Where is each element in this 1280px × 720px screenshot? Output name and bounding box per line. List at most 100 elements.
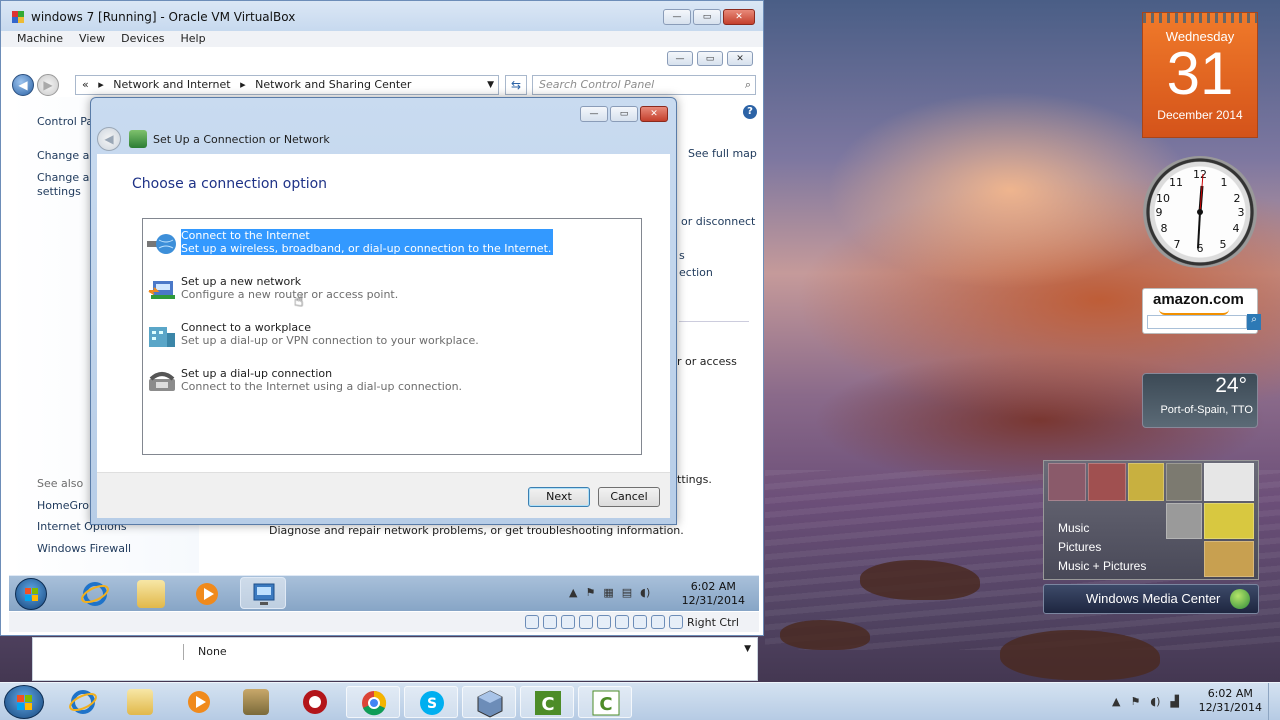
app-red-icon[interactable] [288,686,342,718]
app-icon[interactable] [230,686,284,718]
search-icon[interactable]: ⌕ [1247,314,1261,330]
chevron-down-icon[interactable]: ▼ [744,644,751,654]
maximize-button[interactable]: ▭ [693,9,721,25]
shared-folder-icon[interactable] [578,615,593,629]
media-player-icon[interactable] [193,580,221,608]
device-icon[interactable]: ▦ [603,586,613,599]
internet-explorer-icon[interactable] [81,580,109,608]
forward-button[interactable]: ▶ [37,74,59,96]
connect-disconnect-link[interactable]: or disconnect [681,215,755,228]
media-center-launch-button[interactable]: Windows Media Center [1043,584,1259,614]
show-desktop-button[interactable] [1268,683,1280,720]
host-clock[interactable]: 6:02 AM 12/31/2014 [1199,687,1262,715]
option-dialup[interactable]: Set up a dial-up connection Connect to t… [147,367,627,399]
breadcrumb-root[interactable]: « [82,78,89,91]
arrow-down-icon[interactable] [668,615,683,629]
file-explorer-icon[interactable] [137,580,165,608]
media-menu-pictures[interactable]: Pictures [1058,538,1146,557]
minimize-button[interactable]: — [663,9,691,25]
virtualbox-icon[interactable] [462,686,516,718]
optical-drive-icon[interactable] [542,615,557,629]
volume-icon[interactable]: ◖) [640,586,650,599]
media-tile [1166,503,1202,539]
breadcrumb-network-internet[interactable]: Network and Internet [113,78,230,91]
next-button[interactable]: Next [528,487,590,507]
option-workplace[interactable]: Connect to a workplace Set up a dial-up … [147,321,627,353]
chevron-down-icon[interactable]: ▼ [487,76,494,94]
folder-icon[interactable] [596,615,611,629]
weather-gadget[interactable]: 24° Port-of-Spain, TTO [1142,373,1258,428]
media-menu-music-pictures[interactable]: Music + Pictures [1058,557,1146,576]
windows-firewall-link[interactable]: Windows Firewall [37,542,131,555]
minimize-button[interactable]: — [667,51,693,66]
close-button[interactable]: ✕ [640,106,668,122]
change-advanced-link-line2[interactable]: settings [37,185,81,198]
start-button[interactable] [15,578,47,610]
option-connect-internet[interactable]: Connect to the Internet Set up a wireles… [147,229,627,261]
help-icon[interactable]: ? [743,105,757,119]
internet-explorer-icon[interactable] [56,686,110,718]
control-panel-home-link[interactable]: Control Pa [37,115,93,128]
dropdown-value[interactable]: None [183,644,227,660]
svg-text:C: C [599,694,612,715]
change-adapter-link[interactable]: Change ad [37,149,96,162]
media-player-icon[interactable] [172,686,226,718]
clock-gadget[interactable]: 12 1 2 345 678 9 10 11 [1142,156,1258,268]
menu-machine[interactable]: Machine [1,31,71,47]
mouse-integration-icon[interactable] [650,615,665,629]
wizard-back-button[interactable]: ◀ [97,127,121,151]
minimize-button[interactable]: — [580,106,608,122]
guest-clock[interactable]: 6:02 AM 12/31/2014 [682,580,745,608]
media-tile [1128,463,1164,501]
media-menu-music[interactable]: Music [1058,519,1146,538]
menu-devices[interactable]: Devices [113,31,172,47]
search-icon[interactable]: ⌕ [745,76,751,94]
show-hidden-icons-icon[interactable]: ▲ [1112,695,1120,708]
address-bar[interactable]: « ▸ Network and Internet ▸ Network and S… [75,75,499,95]
svg-text:4: 4 [1233,222,1240,235]
video-capture-icon[interactable] [632,615,647,629]
search-input[interactable]: Search Control Panel ⌕ [532,75,756,95]
option-new-network[interactable]: Set up a new network Configure a new rou… [147,275,627,307]
network-signal-icon[interactable]: ▟ [1170,695,1178,708]
network-icon[interactable]: ▤ [622,586,632,599]
display-icon[interactable] [614,615,629,629]
host-system-tray: ▲ ⚑ ◖) ▟ [1112,695,1179,708]
action-center-flag-icon[interactable]: ⚑ [585,586,595,599]
breadcrumb-network-sharing-center[interactable]: Network and Sharing Center [255,78,411,91]
breadcrumb-separator: ▸ [240,78,246,91]
skype-icon[interactable]: S [404,686,458,718]
volume-icon[interactable]: ◖) [1150,695,1160,708]
media-center-gadget[interactable]: Music Pictures Music + Pictures [1043,460,1259,580]
menu-help[interactable]: Help [173,31,214,47]
action-center-icon[interactable]: ⚑ [1130,695,1140,708]
start-button[interactable] [4,685,44,719]
camtasia-recorder-icon[interactable]: C [578,686,632,718]
dialog-window-controls: — ▭ ✕ [580,106,668,122]
menu-view[interactable]: View [71,31,113,47]
camtasia-icon[interactable]: C [520,686,574,718]
back-button[interactable]: ◀ [12,74,34,96]
amazon-search-input[interactable] [1147,315,1247,329]
maximize-button[interactable]: ▭ [610,106,638,122]
maximize-button[interactable]: ▭ [697,51,723,66]
amazon-search-gadget[interactable]: amazon.com ⌕ [1142,288,1261,334]
see-full-map-link[interactable]: See full map [688,147,757,160]
refresh-icon[interactable]: ⇆ [505,75,527,95]
svg-text:C: C [541,694,554,715]
homegroup-link[interactable]: HomeGrou [37,499,96,512]
change-advanced-link[interactable]: Change ad [37,171,96,184]
hard-disk-icon[interactable] [524,615,539,629]
show-hidden-icons-icon[interactable]: ▲ [569,586,577,599]
file-explorer-icon[interactable] [114,686,168,718]
chrome-icon[interactable] [346,686,400,718]
virtualbox-titlebar[interactable]: windows 7 [Running] - Oracle VM VirtualB… [1,1,763,33]
usb-icon[interactable] [560,615,575,629]
globe-network-icon [147,234,176,254]
calendar-gadget[interactable]: Wednesday 31 December 2014 [1142,12,1258,138]
close-button[interactable]: ✕ [727,51,753,66]
network-center-taskbar-button[interactable] [240,577,286,609]
cancel-button[interactable]: Cancel [598,487,660,507]
close-button[interactable]: ✕ [723,9,755,25]
breadcrumb-separator: ▸ [98,78,104,91]
